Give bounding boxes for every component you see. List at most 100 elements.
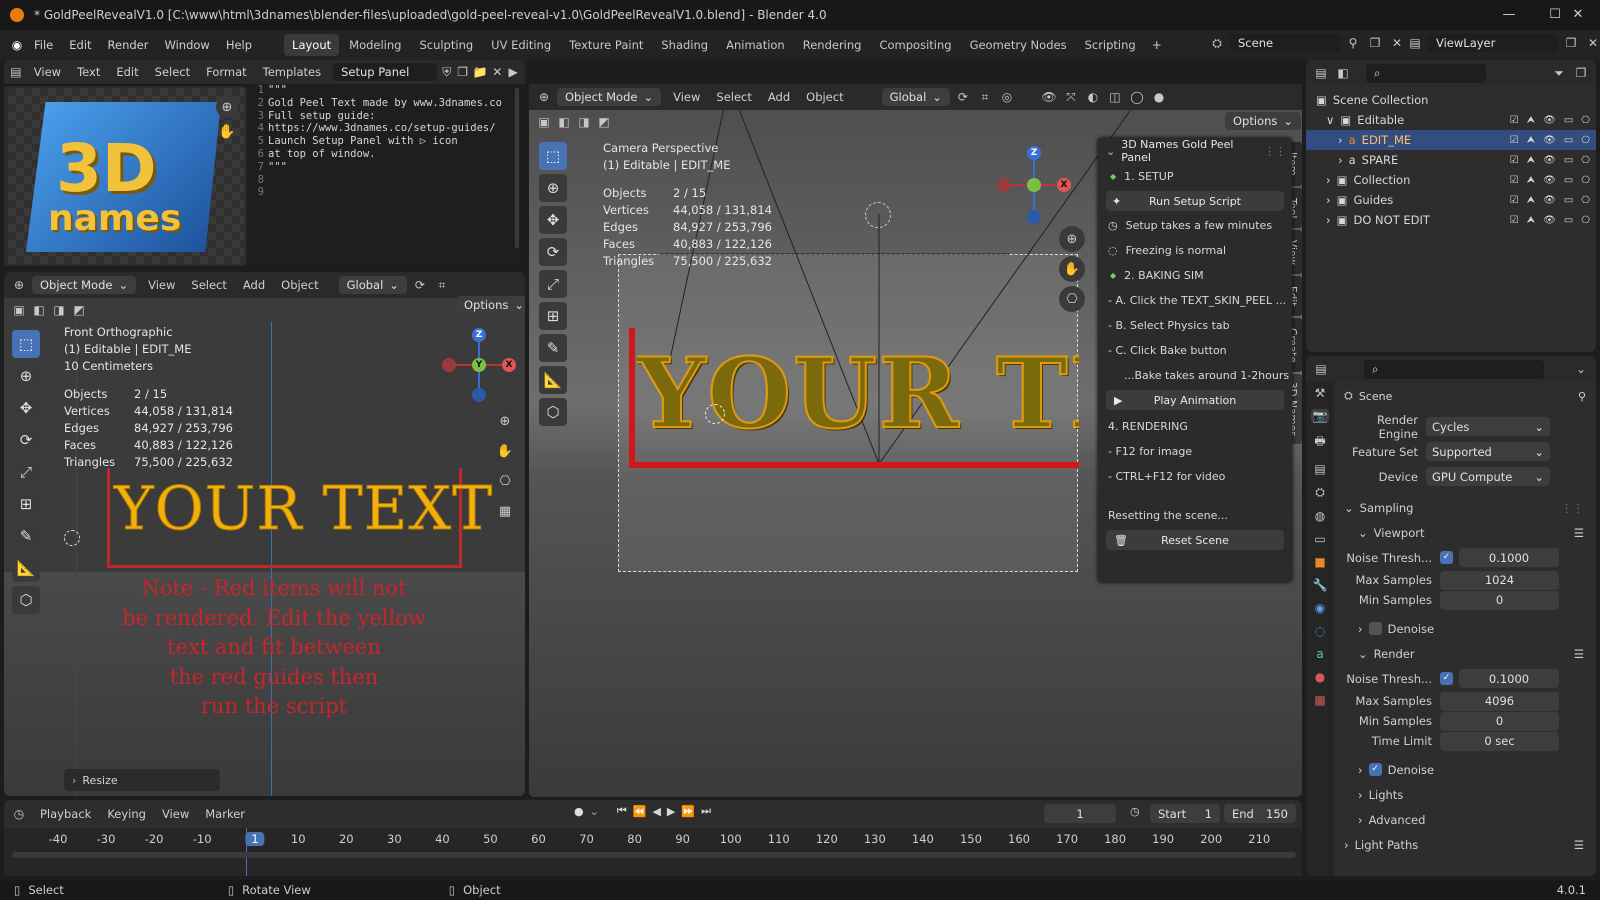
outliner-row-do-not-edit[interactable]: › ▣ DO NOT EDIT ☑ ⮝ 👁 ▭ ⎔ (1306, 210, 1596, 230)
playhead-frame[interactable]: 1 (245, 832, 265, 846)
text-file-selector[interactable]: Setup Panel (333, 63, 437, 81)
editor-type-icon[interactable]: ⊕ (10, 278, 28, 292)
code-lines[interactable]: """ Gold Peel Text made by www.3dnames.co… (268, 84, 502, 174)
lv-menu-add[interactable]: Add (235, 276, 273, 294)
image-editor[interactable]: 3D names ⊕ ✋ (4, 86, 247, 266)
select-subtract-icon[interactable]: ◨ (575, 115, 593, 129)
code-line[interactable]: Launch Setup Panel with ▷ icon (268, 135, 502, 148)
code-line[interactable]: at top of window. (268, 148, 502, 161)
overlay-icon[interactable]: ◐ (1084, 90, 1102, 104)
render-tab-icon[interactable]: 📷 (1311, 409, 1329, 423)
scale-tool-icon[interactable]: ⤢ (12, 458, 40, 486)
timeline-scrollbar[interactable] (12, 852, 1296, 858)
tab-animation[interactable]: Animation (718, 34, 793, 56)
zoom-icon[interactable]: ⊕ (1059, 226, 1085, 252)
drag-handle-icon[interactable]: ⋮⋮ (1561, 501, 1584, 515)
viewport-min-field[interactable]: 0 (1440, 590, 1559, 610)
scale-tool-icon[interactable]: ⤢ (539, 270, 567, 298)
tab-compositing[interactable]: Compositing (871, 34, 959, 56)
select-toggle-icon[interactable]: ⮝ (1527, 115, 1536, 126)
select-box-icon[interactable]: ▣ (535, 115, 553, 129)
exclude-checkbox[interactable]: ☑ (1510, 195, 1519, 206)
remove-scene-icon[interactable]: ✕ (1388, 36, 1406, 50)
record-icon[interactable]: ● (574, 805, 584, 818)
viewlayer-selector[interactable]: ViewLayer (1428, 34, 1558, 52)
eye-icon[interactable]: 👁 (1543, 215, 1556, 226)
exclude-checkbox[interactable]: ☑ (1510, 215, 1519, 226)
lv-menu-view[interactable]: View (140, 276, 183, 294)
pin-icon[interactable]: ⚲ (1344, 36, 1362, 50)
editor-type-icon[interactable]: ⊕ (535, 90, 553, 104)
annotate-tool-icon[interactable]: ✎ (12, 522, 40, 550)
grid-icon[interactable]: ▦ (492, 498, 518, 524)
viewport-max-field[interactable]: 1024 (1440, 570, 1559, 590)
viewport-denoise-checkbox[interactable] (1368, 622, 1382, 635)
timeline-menu-playback[interactable]: Playback (32, 805, 99, 823)
chevron-down-icon[interactable]: ⌄ (1572, 362, 1590, 376)
scene-tab-icon[interactable]: ⛭ (1311, 485, 1329, 500)
display-mode-icon[interactable]: ◧ (1334, 66, 1352, 80)
hand-icon[interactable]: ✋ (218, 124, 235, 140)
tab-rendering[interactable]: Rendering (795, 34, 870, 56)
text-menu-text[interactable]: Text (69, 63, 108, 81)
select-extend-icon[interactable]: ◧ (555, 115, 573, 129)
shield-icon[interactable]: ⛨ (441, 65, 453, 80)
remove-viewlayer-icon[interactable]: ✕ (1584, 36, 1600, 50)
select-subtract-icon[interactable]: ◨ (50, 303, 68, 317)
tool-tab-icon[interactable]: ⚒ (1311, 386, 1329, 400)
code-line[interactable]: """ (268, 161, 502, 174)
drag-handle-icon[interactable]: ⋮⋮ (1264, 145, 1286, 158)
render-toggle-icon[interactable]: ▭ (1564, 215, 1573, 226)
snap-icon[interactable]: ⌗ (433, 278, 451, 293)
particles-tab-icon[interactable]: ◉ (1311, 601, 1329, 615)
exclude-checkbox[interactable]: ☑ (1510, 135, 1519, 146)
camera-icon[interactable]: ⎔ (492, 468, 518, 494)
exclude-checkbox[interactable]: ☑ (1510, 175, 1519, 186)
render-denoise-checkbox[interactable]: ✓ (1368, 763, 1382, 776)
device-dropdown[interactable]: GPU Compute ⌄ (1426, 467, 1550, 486)
rotate-tool-icon[interactable]: ⟳ (539, 238, 567, 266)
view-layer-tab-icon[interactable]: ▤ (1311, 462, 1329, 476)
menu-window[interactable]: Window (156, 30, 217, 60)
properties-search[interactable]: ⌕ (1364, 359, 1544, 379)
material-tab-icon[interactable]: ● (1311, 670, 1329, 684)
render-engine-dropdown[interactable]: Cycles ⌄ (1426, 417, 1550, 436)
code-line[interactable]: Full setup guide: (268, 110, 502, 123)
solid-shading-icon[interactable]: ● (1150, 90, 1168, 104)
render-subpanel-header[interactable]: ⌄ Render ☰ (1336, 641, 1592, 666)
tab-sculpting[interactable]: Sculpting (411, 34, 481, 56)
object-tab-icon[interactable]: ■ (1311, 555, 1329, 569)
navigation-gizmo[interactable]: Z Y X (440, 324, 520, 404)
expand-icon[interactable]: ∨ (1326, 113, 1334, 127)
tab-uv-editing[interactable]: UV Editing (483, 34, 559, 56)
expand-icon[interactable]: › (1338, 153, 1343, 167)
exclude-checkbox[interactable]: ☑ (1510, 115, 1519, 126)
annotate-tool-icon[interactable]: ✎ (539, 334, 567, 362)
menu-render[interactable]: Render (100, 30, 157, 60)
reset-scene-button[interactable]: 🗑 Reset Scene (1106, 530, 1284, 550)
text-menu-view[interactable]: View (26, 63, 69, 81)
yellow-text-object[interactable]: YOUR TEXT (113, 474, 493, 545)
add-cube-tool-icon[interactable]: ⬡ (12, 586, 40, 614)
collapse-icon[interactable]: ⌄ (1106, 145, 1115, 158)
expand-icon[interactable]: › (1338, 133, 1343, 147)
text-menu-select[interactable]: Select (147, 63, 198, 81)
new-text-icon[interactable]: ❐ (457, 65, 469, 79)
timeline-menu-keying[interactable]: Keying (99, 805, 154, 823)
visibility-icon[interactable]: 👁 (1040, 90, 1058, 104)
rotate-tool-icon[interactable]: ⟳ (12, 426, 40, 454)
select-toggle-icon[interactable]: ⮝ (1527, 195, 1536, 206)
eye-icon[interactable]: 👁 (1543, 175, 1556, 186)
new-scene-icon[interactable]: ❐ (1366, 36, 1384, 50)
mv-menu-select[interactable]: Select (708, 88, 759, 106)
render-toggle-icon[interactable]: ▭ (1564, 175, 1573, 186)
time-limit-field[interactable]: 0 sec (1440, 731, 1559, 751)
zoom-icon[interactable]: ⊕ (216, 96, 238, 118)
zoom-icon[interactable]: ⊕ (492, 408, 518, 434)
select-toggle-icon[interactable]: ⮝ (1527, 135, 1536, 146)
play-icon[interactable]: ▶ (667, 805, 675, 818)
jump-keyframe-forward-icon[interactable]: ⏩ (681, 805, 695, 818)
lv-menu-select[interactable]: Select (183, 276, 234, 294)
physics-tab-icon[interactable]: ◌ (1311, 624, 1329, 638)
outliner-row-edit-me[interactable]: › a EDIT_ME ☑ ⮝ 👁 ▭ ⎔ (1306, 130, 1596, 150)
